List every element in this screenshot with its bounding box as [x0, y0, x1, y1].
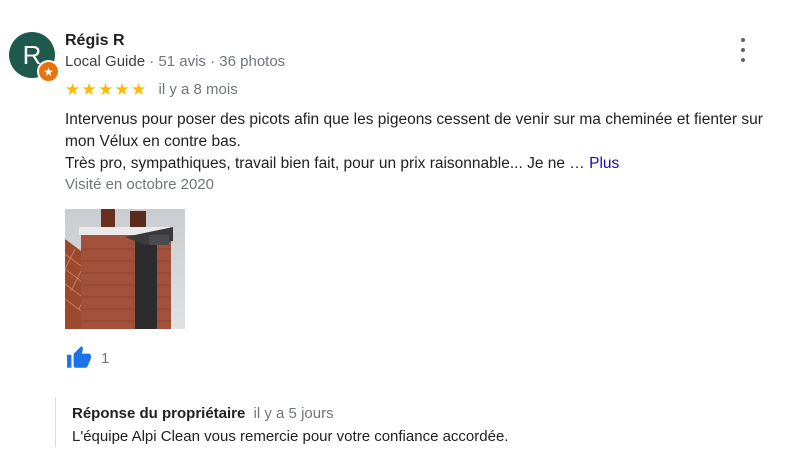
star-icon: ★	[131, 80, 147, 99]
star-rating: ★ ★ ★ ★ ★	[65, 81, 148, 98]
thumb-up-icon	[67, 346, 91, 368]
more-link[interactable]: Plus	[589, 155, 619, 172]
review-text-line-1: Intervenus pour poser des picots afin qu…	[65, 111, 763, 150]
local-guide-star-icon: ★	[37, 60, 60, 83]
owner-reply-label: Réponse du propriétaire	[72, 405, 246, 422]
reviews-count: 51 avis	[158, 53, 206, 70]
star-icon: ★	[114, 80, 130, 99]
meta-separator: ·	[149, 53, 155, 70]
like-count: 1	[101, 349, 110, 367]
review-photo[interactable]	[65, 209, 185, 329]
star-icon: ★	[65, 80, 81, 99]
review-time: il y a 8 mois	[158, 81, 238, 98]
rating-row: ★ ★ ★ ★ ★ il y a 8 mois	[65, 81, 238, 98]
visited-date: Visité en octobre 2020	[65, 176, 214, 193]
reviewer-name[interactable]: Régis R	[65, 32, 125, 50]
owner-reply-header: Réponse du propriétaire il y a 5 jours	[72, 405, 334, 422]
local-guide-label: Local Guide	[65, 53, 146, 70]
review-text-line-2: Très pro, sympathiques, travail bien fai…	[65, 155, 620, 172]
owner-reply: Réponse du propriétaire il y a 5 jours L…	[55, 397, 756, 447]
review-text: Intervenus pour poser des picots afin qu…	[65, 109, 785, 175]
owner-reply-text: L'équipe Alpi Clean vous remercie pour v…	[72, 428, 509, 445]
star-icon: ★	[81, 80, 97, 99]
meta-separator: ·	[210, 53, 216, 70]
more-vert-icon[interactable]	[733, 38, 753, 62]
reviewer-meta: Local Guide · 51 avis · 36 photos	[65, 53, 285, 70]
owner-reply-time: il y a 5 jours	[253, 405, 334, 422]
chimney-photo	[65, 209, 185, 329]
like-button[interactable]: 1	[65, 345, 109, 371]
star-icon: ★	[98, 80, 114, 99]
photos-count: 36 photos	[219, 53, 286, 70]
